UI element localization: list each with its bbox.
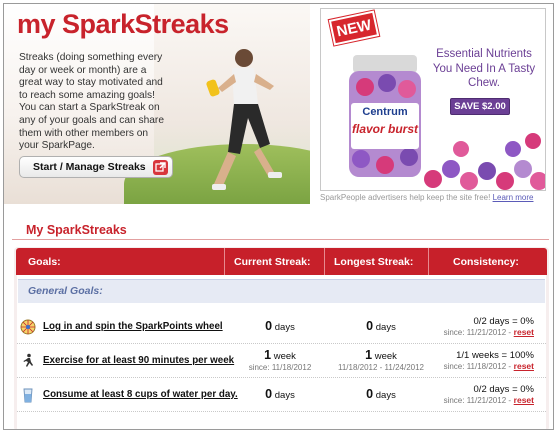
reset-link[interactable]: reset: [514, 327, 534, 337]
ad-brand: Centrum: [362, 106, 407, 118]
start-manage-streaks-button[interactable]: Start / Manage Streaks: [19, 156, 173, 178]
goal-link[interactable]: Exercise for at least 90 minutes per wee…: [43, 355, 234, 366]
table-row: Log in and spin the SparkPoints wheel 0 …: [17, 311, 546, 344]
save-coupon-button[interactable]: SAVE $2.00: [450, 98, 510, 115]
table-header: Goals: Current Streak: Longest Streak: C…: [16, 248, 547, 275]
hero-description: Streaks (doing something every day or we…: [19, 52, 164, 152]
streaks-table: Goals: Current Streak: Longest Streak: C…: [14, 247, 549, 429]
table-row: Exercise for at least 90 minutes per wee…: [17, 345, 546, 378]
current-streak: 0 days: [265, 319, 295, 333]
ad-caption: SparkPeople advertisers help keep the si…: [320, 193, 534, 202]
ad-candy-balls: [424, 133, 545, 190]
goal-link[interactable]: Log in and spin the SparkPoints wheel: [43, 321, 223, 332]
table-body: General Goals: Log in and spin the Spark…: [17, 275, 546, 429]
reset-link[interactable]: reset: [514, 361, 534, 371]
current-streak: 0 days: [265, 387, 295, 401]
current-streak: 1 week since: 11/18/2012: [248, 348, 312, 372]
learn-more-link[interactable]: Learn more: [493, 193, 534, 202]
divider: [12, 239, 549, 240]
header-separator: [224, 248, 225, 275]
header-separator: [324, 248, 325, 275]
water-glass-icon: [23, 388, 33, 403]
header-current-streak: Current Streak:: [234, 255, 311, 268]
table-row: Consume at least 8 cups of water per day…: [17, 379, 546, 412]
page-frame: my SparkStreaks Streaks (doing something…: [3, 3, 554, 430]
consistency: 0/2 days = 0% since: 11/21/2012 - reset: [443, 384, 534, 405]
hero-banner: my SparkStreaks Streaks (doing something…: [4, 4, 310, 204]
longest-streak: 1 week 11/18/2012 - 11/24/2012: [338, 348, 424, 372]
exercise-runner-icon: [23, 353, 33, 367]
section-title: My SparkStreaks: [26, 223, 127, 237]
spark-points-wheel-icon: [20, 319, 36, 335]
goal-link[interactable]: Consume at least 8 cups of water per day…: [43, 389, 238, 400]
page-title: my SparkStreaks: [17, 9, 229, 39]
header-longest-streak: Longest Streak:: [334, 255, 414, 268]
ad-product: flavor burst: [352, 122, 419, 136]
vitamin-bottle-image: Centrum flavor burst: [349, 55, 421, 177]
arrow-icon: [153, 160, 168, 175]
consistency: 0/2 days = 0% since: 11/21/2012 - reset: [443, 316, 534, 337]
header-goals: Goals:: [28, 255, 61, 268]
consistency: 1/1 weeks = 100% since: 11/18/2012 - res…: [443, 350, 534, 371]
group-header: General Goals:: [18, 279, 545, 303]
advertisement[interactable]: Centrum flavor burst NEW Essential Nutri…: [320, 8, 546, 191]
runner-image: [206, 49, 282, 190]
reset-link[interactable]: reset: [514, 395, 534, 405]
header-consistency: Consistency:: [453, 255, 519, 268]
group-label: General Goals:: [28, 285, 103, 297]
header-separator: [428, 248, 429, 275]
longest-streak: 0 days: [366, 387, 396, 401]
new-badge: NEW: [328, 10, 380, 46]
ad-headline: Essential Nutrients You Need In A Tasty …: [432, 48, 536, 89]
longest-streak: 0 days: [366, 319, 396, 333]
